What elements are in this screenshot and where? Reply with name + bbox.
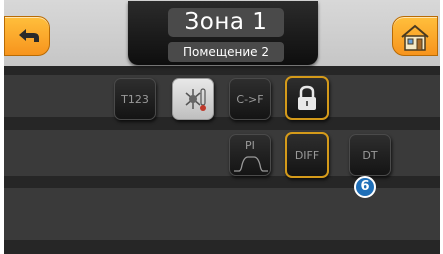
dt-label: DT <box>362 149 378 162</box>
zone-header: Зона 1 Помещение 2 <box>128 1 318 65</box>
pi-button[interactable]: PI <box>229 134 271 176</box>
row-band <box>4 188 440 240</box>
dt-button[interactable]: DT <box>349 134 391 176</box>
c-to-f-button[interactable]: C->F <box>229 78 271 120</box>
diff-button[interactable]: DIFF <box>285 132 329 178</box>
room-name[interactable]: Помещение 2 <box>168 42 284 62</box>
back-button[interactable] <box>4 16 50 56</box>
heat-cool-button[interactable] <box>172 78 214 120</box>
row-divider <box>4 66 440 75</box>
zone-title: Зона 1 <box>168 8 284 37</box>
home-button[interactable] <box>392 16 438 56</box>
c-to-f-label: C->F <box>236 93 264 106</box>
lock-button[interactable] <box>285 76 329 120</box>
row-divider <box>4 240 440 254</box>
t123-button[interactable]: T123 <box>114 78 156 120</box>
step-badge: 6 <box>354 176 376 198</box>
row-divider <box>4 117 440 130</box>
diff-label: DIFF <box>294 149 320 162</box>
row-band <box>4 75 440 117</box>
thermostat-screen: Зона 1 Помещение 2 T123 C->F PI DIFF DT <box>4 0 440 254</box>
t123-label: T123 <box>121 93 149 106</box>
